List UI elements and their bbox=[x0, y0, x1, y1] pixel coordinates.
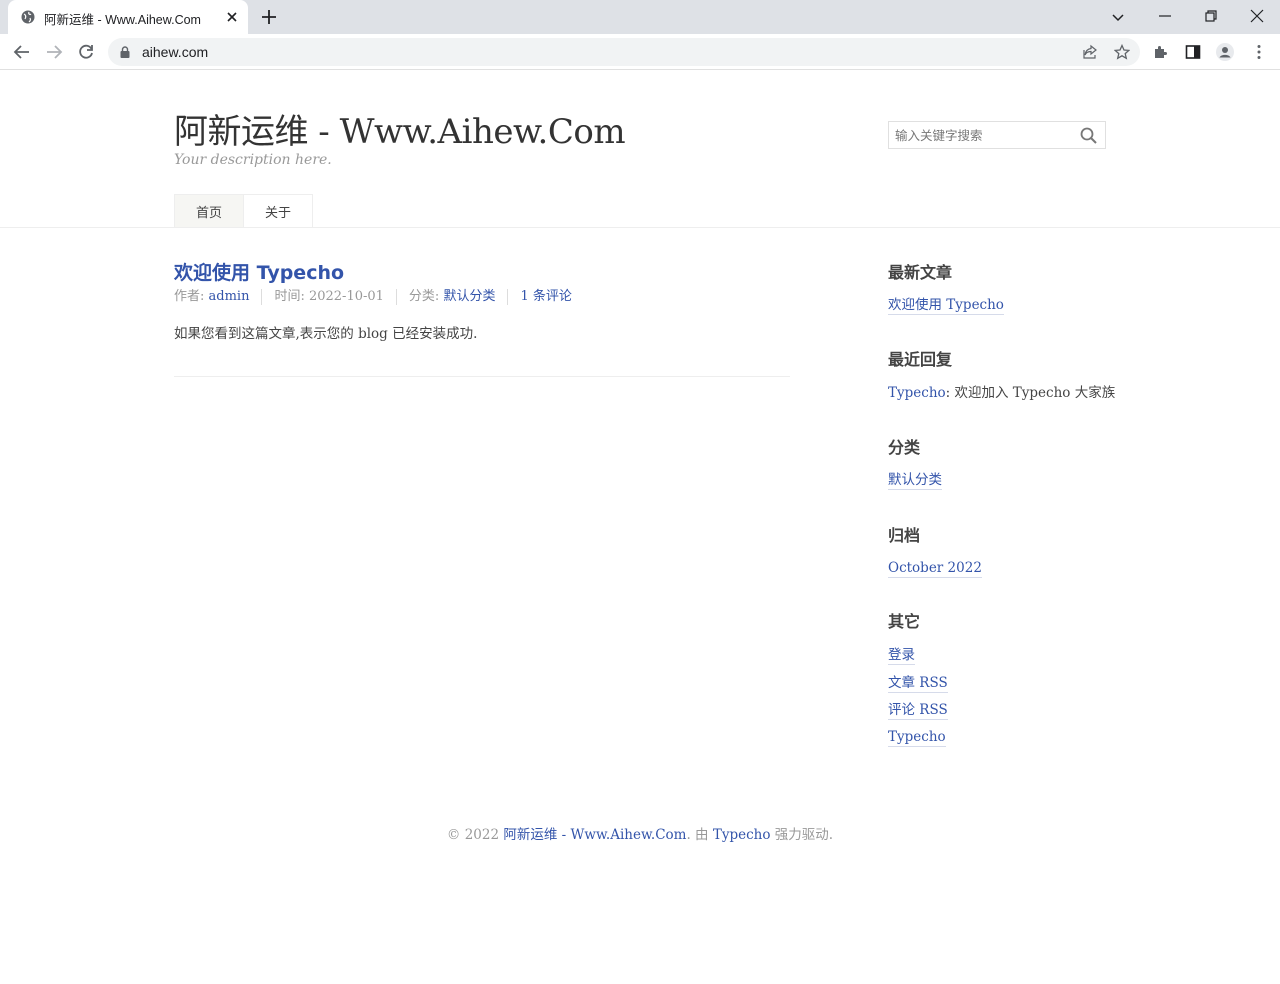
reload-icon[interactable] bbox=[76, 42, 96, 62]
post-meta: 作者: admin 时间: 2022-10-01 分类: 默认分类 1 条评论 bbox=[174, 289, 584, 305]
site-description: Your description here. bbox=[174, 152, 332, 168]
restore-icon[interactable] bbox=[1202, 7, 1220, 25]
close-tab-icon[interactable] bbox=[224, 9, 240, 25]
comments-rss-link[interactable]: 评论 RSS bbox=[888, 702, 948, 720]
post-content: 如果您看到这篇文章,表示您的 blog 已经安装成功. bbox=[174, 326, 478, 342]
category-label: 分类: bbox=[408, 289, 444, 304]
footer-powered: 强力驱动. bbox=[770, 827, 834, 843]
site-footer: © 2022 阿新运维 - Www.Aihew.Com. 由 Typecho 强… bbox=[0, 823, 1280, 843]
nav-item-home[interactable]: 首页 bbox=[174, 194, 244, 228]
recent-comment-item: Typecho: 欢迎加入 Typecho 大家族 bbox=[888, 385, 1115, 402]
post-category: 分类: 默认分类 bbox=[395, 289, 508, 305]
close-window-icon[interactable] bbox=[1248, 7, 1266, 25]
search-form bbox=[888, 121, 1106, 149]
widget-title-categories: 分类 bbox=[888, 438, 921, 457]
post-comments: 1 条评论 bbox=[507, 289, 583, 305]
widget-title-archives: 归档 bbox=[888, 526, 921, 545]
search-icon[interactable] bbox=[1079, 126, 1099, 146]
globe-icon bbox=[21, 10, 35, 24]
widget-title-recent-posts: 最新文章 bbox=[888, 263, 953, 282]
new-tab-icon[interactable] bbox=[260, 8, 278, 26]
browser-toolbar: aihew.com bbox=[0, 34, 1280, 70]
author-label: 作者: bbox=[174, 289, 209, 304]
address-bar[interactable]: aihew.com bbox=[108, 38, 1140, 66]
time-label: 时间: bbox=[274, 289, 309, 304]
extensions-puzzle-icon[interactable] bbox=[1152, 43, 1170, 61]
bookmark-star-icon[interactable] bbox=[1114, 44, 1130, 60]
posts-rss-link[interactable]: 文章 RSS bbox=[888, 675, 948, 693]
post-time: 时间: 2022-10-01 bbox=[261, 289, 395, 305]
post-title-link[interactable]: 欢迎使用 Typecho bbox=[174, 258, 344, 285]
browser-tab-strip: 阿新运维 - Www.Aihew.Com bbox=[0, 0, 1280, 34]
tab-title: 阿新运维 - Www.Aihew.Com bbox=[44, 13, 201, 27]
back-arrow-icon[interactable] bbox=[12, 42, 32, 62]
widget-title-misc: 其它 bbox=[888, 612, 921, 631]
minimize-icon[interactable] bbox=[1156, 7, 1174, 25]
forward-arrow-icon[interactable] bbox=[44, 42, 64, 62]
browser-tab[interactable]: 阿新运维 - Www.Aihew.Com bbox=[8, 0, 248, 34]
main-nav: 首页 关于 bbox=[174, 194, 313, 228]
url-text[interactable]: aihew.com bbox=[142, 44, 208, 60]
post-author: 作者: admin bbox=[174, 289, 261, 305]
recent-comment-text: : 欢迎加入 Typecho 大家族 bbox=[945, 385, 1116, 401]
archive-item-link[interactable]: October 2022 bbox=[888, 560, 982, 578]
search-input[interactable] bbox=[889, 122, 1075, 148]
footer-site-link[interactable]: 阿新运维 - Www.Aihew.Com bbox=[503, 827, 686, 843]
share-icon[interactable] bbox=[1082, 44, 1098, 60]
profile-avatar-icon[interactable] bbox=[1216, 43, 1234, 61]
widget-title-recent-comments: 最近回复 bbox=[888, 350, 953, 369]
author-link[interactable]: admin bbox=[209, 289, 250, 304]
recent-post-link[interactable]: 欢迎使用 Typecho bbox=[888, 297, 1004, 315]
nav-item-about[interactable]: 关于 bbox=[243, 194, 313, 228]
login-link[interactable]: 登录 bbox=[888, 647, 915, 665]
typecho-link[interactable]: Typecho bbox=[888, 729, 946, 747]
comments-link[interactable]: 1 条评论 bbox=[520, 289, 571, 304]
footer-copyright: © 2022 bbox=[446, 827, 504, 843]
category-item-link[interactable]: 默认分类 bbox=[888, 472, 942, 490]
lock-icon[interactable] bbox=[120, 46, 130, 58]
footer-by: . 由 bbox=[686, 827, 713, 843]
header-divider bbox=[0, 227, 1280, 228]
footer-typecho-link[interactable]: Typecho bbox=[713, 827, 771, 843]
post-date: 2022-10-01 bbox=[308, 289, 384, 304]
recent-comment-author-link[interactable]: Typecho bbox=[888, 385, 946, 401]
site-title[interactable]: 阿新运维 - Www.Aihew.Com bbox=[174, 104, 626, 153]
post-divider bbox=[174, 376, 790, 377]
side-panel-icon[interactable] bbox=[1184, 43, 1202, 61]
tab-search-chevron-icon[interactable] bbox=[1110, 9, 1126, 25]
category-link[interactable]: 默认分类 bbox=[443, 289, 495, 304]
kebab-menu-icon[interactable] bbox=[1250, 43, 1268, 61]
